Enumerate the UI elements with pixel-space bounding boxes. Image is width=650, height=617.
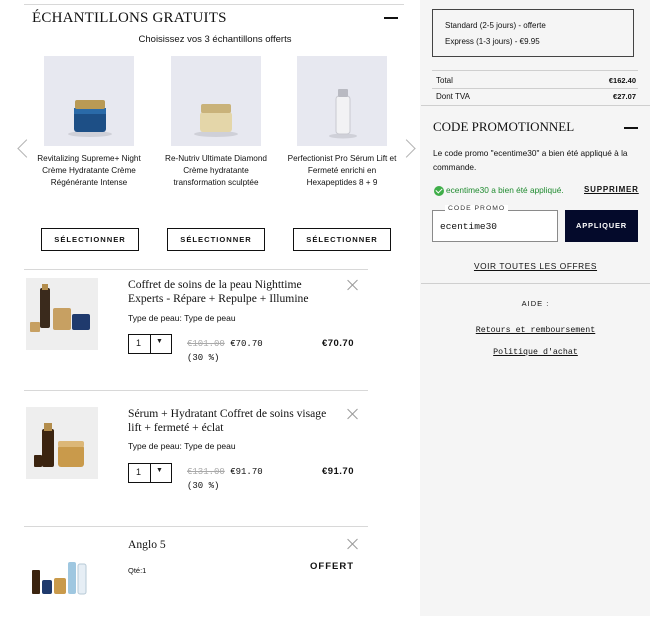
shipping-express[interactable]: Express (1-3 jours) - €9.95	[445, 37, 540, 46]
total-label: Total	[436, 76, 453, 85]
sample-image-2[interactable]	[171, 56, 261, 146]
gift-quantity: Qté:1	[128, 566, 147, 575]
chevron-down-icon: ▼	[156, 467, 163, 474]
collapse-promo-icon[interactable]	[624, 127, 638, 129]
divider	[24, 269, 368, 270]
select-sample-3-button[interactable]: SÉLECTIONNER	[293, 228, 391, 251]
carousel-next-icon[interactable]	[397, 139, 416, 158]
old-price: €131.00	[187, 467, 225, 477]
chevron-down-icon: ▼	[156, 338, 163, 345]
product-image-3[interactable]	[26, 540, 98, 612]
promo-title: CODE PROMOTIONNEL	[433, 119, 575, 134]
purchase-policy-link[interactable]: Politique d'achat	[421, 348, 650, 357]
quantity-separator	[150, 464, 151, 482]
cart-item-name-2[interactable]: Sérum + Hydratant Coffret de soins visag…	[128, 407, 328, 435]
samples-subtitle: Choisissez vos 3 échantillons offerts	[138, 34, 292, 45]
cart-item-name-1[interactable]: Coffret de soins de la peau Nighttime Ex…	[128, 278, 328, 306]
vat-label: Dont TVA	[436, 92, 470, 101]
new-price: €91.70	[230, 467, 263, 477]
quantity-separator	[150, 335, 151, 353]
total-value: €162.40	[608, 76, 636, 85]
divider	[24, 526, 368, 527]
discount-percent: (30 %)	[187, 353, 220, 363]
quantity-value: 1	[136, 338, 142, 348]
shipping-standard[interactable]: Standard (2-5 jours) - offerte	[445, 21, 546, 30]
quantity-select-2[interactable]: 1 ▼	[128, 463, 172, 483]
cart-item-name-3[interactable]: Anglo 5	[128, 538, 328, 552]
price-line-2: €131.00 €91.70	[187, 467, 263, 477]
sample-image-1[interactable]	[44, 56, 134, 146]
product-image-2[interactable]	[26, 407, 98, 479]
serum-bottle-icon	[329, 89, 357, 139]
select-sample-2-button[interactable]: SÉLECTIONNER	[167, 228, 265, 251]
remove-item-2-icon[interactable]	[347, 408, 359, 420]
divider	[432, 88, 638, 89]
help-title: AIDE :	[521, 299, 550, 308]
divider	[421, 283, 650, 284]
top-divider	[24, 4, 404, 5]
all-offers-link[interactable]: VOIR TOUTES LES OFFRES	[421, 261, 650, 271]
cart-item-skin-type-1: Type de peau: Type de peau	[128, 313, 236, 323]
divider	[24, 390, 368, 391]
sample-name-1: Revitalizing Supreme+ Night Crème Hydrat…	[37, 154, 141, 188]
promo-success-text: ecentime30 a bien été appliqué.	[446, 185, 564, 195]
sample-name-2: Re-Nutriv Ultimate Diamond Crème hydrata…	[165, 154, 267, 188]
promo-code-value[interactable]: ecentime30	[440, 221, 497, 232]
blue-jar-icon	[68, 100, 112, 137]
sample-name-3: Perfectionist Pro Sérum Lift et Fermeté …	[287, 154, 397, 188]
promo-applied-message: Le code promo "ecentime30" a bien été ap…	[433, 148, 628, 172]
sample-image-3[interactable]	[297, 56, 387, 146]
shipping-options-box[interactable]: Standard (2-5 jours) - offerte Express (…	[432, 9, 634, 57]
new-price: €70.70	[230, 339, 263, 349]
item-total-2: €91.70	[321, 466, 354, 477]
remove-item-1-icon[interactable]	[347, 279, 359, 291]
serum-cream-set-icon	[34, 423, 84, 467]
discount-percent: (30 %)	[187, 481, 220, 491]
quantity-select-1[interactable]: 1 ▼	[128, 334, 172, 354]
old-price: €101.00	[187, 339, 225, 349]
skincare-set-icon	[30, 284, 90, 332]
price-line-1: €101.00 €70.70	[187, 339, 263, 349]
gift-set-icon	[32, 562, 87, 595]
gold-jar-icon	[194, 104, 238, 137]
quantity-value: 1	[136, 467, 142, 477]
vat-value: €27.07	[613, 92, 636, 101]
returns-link[interactable]: Retours et remboursement	[421, 326, 650, 335]
item-total-1: €70.70	[321, 338, 354, 349]
divider	[421, 105, 650, 106]
remove-item-3-icon[interactable]	[347, 538, 359, 550]
gift-price: OFFERT	[310, 561, 354, 572]
cart-item-skin-type-2: Type de peau: Type de peau	[128, 441, 236, 451]
apply-promo-button[interactable]: APPLIQUER	[565, 210, 638, 242]
samples-title: ÉCHANTILLONS GRATUITS	[32, 10, 227, 26]
divider	[432, 70, 638, 71]
check-circle-icon	[434, 186, 444, 196]
remove-promo-link[interactable]: SUPPRIMER	[584, 185, 639, 194]
collapse-samples-icon[interactable]	[384, 17, 398, 19]
promo-code-label: CODE PROMO	[445, 205, 509, 212]
product-image-1[interactable]	[26, 278, 98, 350]
select-sample-1-button[interactable]: SÉLECTIONNER	[41, 228, 139, 251]
